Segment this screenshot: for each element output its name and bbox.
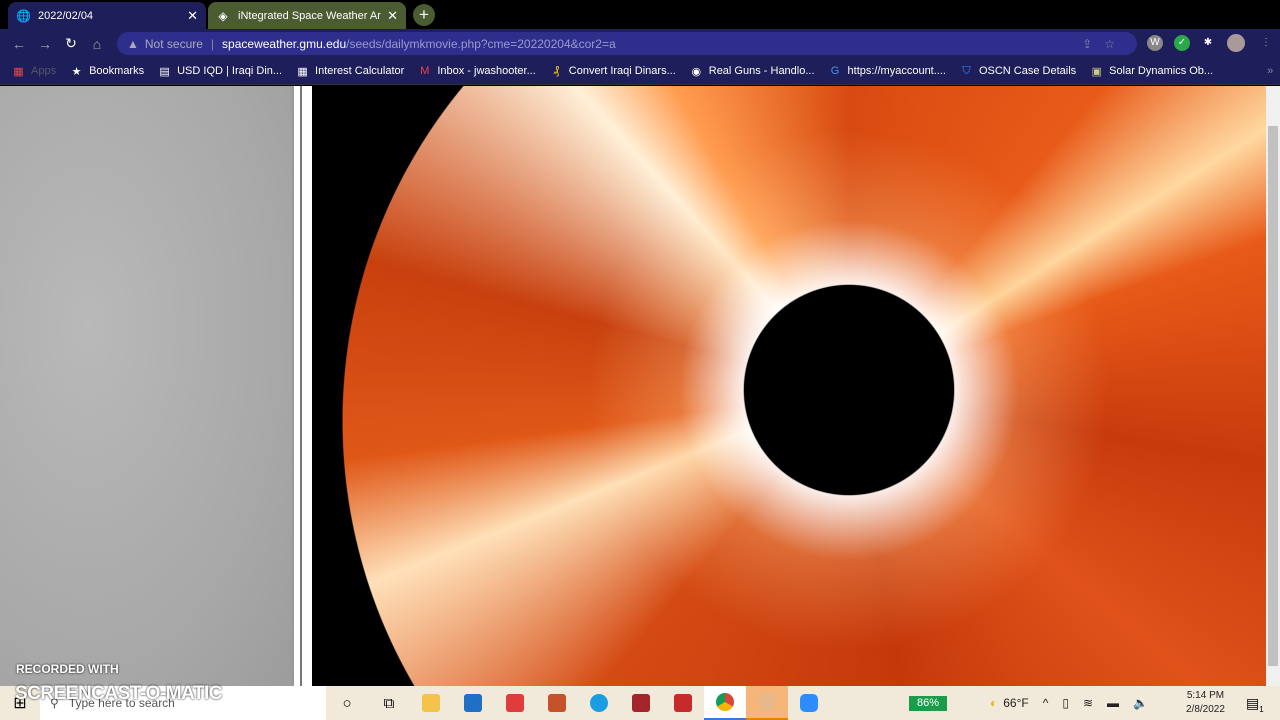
back-icon[interactable]: ← <box>6 36 32 52</box>
store-icon[interactable] <box>452 686 494 720</box>
bookmark-star-icon[interactable]: ☆ <box>1104 37 1127 51</box>
tab-bar: 🌐 2022/02/04 ✕ ◈ iNtegrated Space Weathe… <box>0 0 1280 29</box>
bookmarks-bar: ▦ Apps ★ Bookmarks ▤ USD IQD | Iraqi Din...… <box>0 58 1280 85</box>
star-icon: ★ <box>71 65 82 78</box>
page-content <box>0 86 1280 686</box>
w-extension-icon[interactable]: W <box>1147 35 1163 51</box>
app-orange-icon[interactable] <box>536 686 578 720</box>
s-plus-icon[interactable] <box>662 686 704 720</box>
zoom-icon[interactable] <box>788 686 830 720</box>
url-path: /seeds/dailymkmovie.php?cme=20220204&cor… <box>346 36 616 51</box>
bookmark-interest-calculator[interactable]: ▦ Interest Calculator <box>296 65 404 78</box>
scrollbar-thumb[interactable] <box>1268 126 1278 666</box>
occulter-disk <box>744 285 954 495</box>
weather-icon[interactable]: ◐ <box>990 696 997 710</box>
reload-icon[interactable]: ↻ <box>58 35 84 52</box>
share-icon[interactable]: ⇪ <box>1082 37 1104 51</box>
chrome-icon[interactable] <box>704 686 746 720</box>
bookmark-label: Bookmarks <box>89 65 145 77</box>
tab-label: 2022/02/04 <box>38 9 94 22</box>
bookmark-label: OSCN Case Details <box>978 65 1077 77</box>
shield-icon: ⛉ <box>962 64 971 77</box>
globe-icon: 🌐 <box>16 8 31 23</box>
security-label: Not secure <box>144 36 203 51</box>
extensions-puzzle-icon[interactable]: ✱ <box>1200 35 1216 51</box>
device-icon[interactable]: ▯ <box>1062 696 1069 710</box>
sdo-icon: ▣ <box>1091 65 1102 78</box>
apps-icon: ▦ <box>13 65 24 78</box>
tab-label: iNtegrated Space Weather Analy <box>238 9 382 22</box>
bookmark-usd-iqd[interactable]: ▤ USD IQD | Iraqi Din... <box>158 65 282 78</box>
bookmark-bookmarks[interactable]: ★ Bookmarks <box>70 65 144 78</box>
bookmark-label: Apps <box>31 65 57 77</box>
bookmark-label: Convert Iraqi Dinars... <box>568 65 676 77</box>
access-icon[interactable] <box>620 686 662 720</box>
isw-icon: ◈ <box>218 8 228 23</box>
bookmark-convert-dinars[interactable]: ₰ Convert Iraqi Dinars... <box>550 65 676 77</box>
url-host: spaceweather.gmu.edu <box>222 36 347 51</box>
inv-icon: ▤ <box>159 65 170 78</box>
clock-time: 5:14 PM <box>1186 690 1225 701</box>
address-bar[interactable]: ▲ Not secure | spaceweather.gmu.edu/seed… <box>117 32 1137 55</box>
new-tab-button[interactable]: + <box>413 4 435 26</box>
bookmark-label: Real Guns - Handlo... <box>708 65 815 77</box>
battery-indicator: 86% <box>909 696 947 711</box>
weather-temp[interactable]: 66°F <box>1003 696 1028 710</box>
bookmark-solar-dynamics[interactable]: ▣ Solar Dynamics Ob... <box>1090 65 1213 78</box>
dinar-icon: ₰ <box>553 65 560 77</box>
menu-kebab-icon[interactable]: ⋮ <box>1258 35 1274 51</box>
watermark-screencast-logo: SCREENCAST-O-MATIC <box>15 683 223 704</box>
profile-avatar[interactable] <box>1227 34 1245 52</box>
bookmark-label: Inbox - jwashooter... <box>437 65 536 77</box>
notification-count: 1 <box>1259 704 1264 714</box>
tab-2022-02-04[interactable]: 🌐 2022/02/04 ✕ <box>8 2 206 29</box>
coronagraph-image <box>312 86 1266 686</box>
bookmark-label: https://myaccount.... <box>847 65 946 77</box>
screencast-app-icon[interactable] <box>746 686 788 720</box>
more-bookmarks-icon[interactable]: » <box>1267 65 1273 77</box>
bookmark-label: Solar Dynamics Ob... <box>1109 65 1214 77</box>
file-explorer-icon[interactable] <box>410 686 452 720</box>
globe-icon: ◉ <box>691 65 702 78</box>
tab-space-weather[interactable]: ◈ iNtegrated Space Weather Analy ✕ <box>208 2 406 29</box>
calculator-icon: ▦ <box>297 65 308 78</box>
task-view-icon[interactable]: ⧉ <box>368 686 410 720</box>
google-icon: G <box>830 65 840 77</box>
bookmark-label: USD IQD | Iraqi Din... <box>177 65 283 77</box>
bookmark-label: Interest Calculator <box>315 65 405 77</box>
cortana-icon[interactable]: ○ <box>326 686 368 720</box>
battery-icon[interactable]: ▬ <box>1107 696 1119 710</box>
watermark-recorded-with: RECORDED WITH <box>16 662 119 676</box>
forward-icon[interactable]: → <box>32 36 58 52</box>
notifications-icon[interactable]: ▤1 <box>1246 695 1264 718</box>
mail-app-icon[interactable] <box>494 686 536 720</box>
page-scrollbar[interactable] <box>1266 86 1280 686</box>
clock[interactable]: 5:14 PM 2/8/2022 <box>1186 689 1225 717</box>
difference-image-frame <box>0 86 292 686</box>
toolbar: ← → ↻ ⌂ ▲ Not secure | spaceweather.gmu.… <box>0 29 1280 58</box>
check-extension-icon[interactable]: ✓ <box>1174 35 1190 51</box>
bookmark-inbox[interactable]: M Inbox - jwashooter... <box>418 65 536 77</box>
chevron-up-icon[interactable]: ^ <box>1043 696 1049 710</box>
home-icon[interactable]: ⌂ <box>84 36 110 52</box>
system-tray: ◐ 66°F ^ ▯ ≋ ▬ 🔈 <box>990 686 1148 720</box>
volume-icon[interactable]: 🔈 <box>1133 696 1148 710</box>
bookmark-apps[interactable]: ▦ Apps <box>12 65 56 78</box>
bookmark-real-guns[interactable]: ◉ Real Guns - Handlo... <box>690 65 815 78</box>
close-tab-icon[interactable]: ✕ <box>187 8 198 24</box>
frame-divider <box>292 86 312 686</box>
gmail-icon: M <box>420 65 430 77</box>
bookmark-myaccount[interactable]: Ghttps://myaccount.... <box>829 65 946 77</box>
wifi-icon[interactable]: ≋ <box>1083 696 1093 710</box>
warning-icon: ▲ <box>127 36 139 51</box>
edge-icon[interactable] <box>578 686 620 720</box>
close-tab-icon[interactable]: ✕ <box>387 8 398 24</box>
clock-date: 2/8/2022 <box>1186 704 1225 715</box>
bookmark-oscn[interactable]: ⛉ OSCN Case Details <box>960 65 1076 78</box>
